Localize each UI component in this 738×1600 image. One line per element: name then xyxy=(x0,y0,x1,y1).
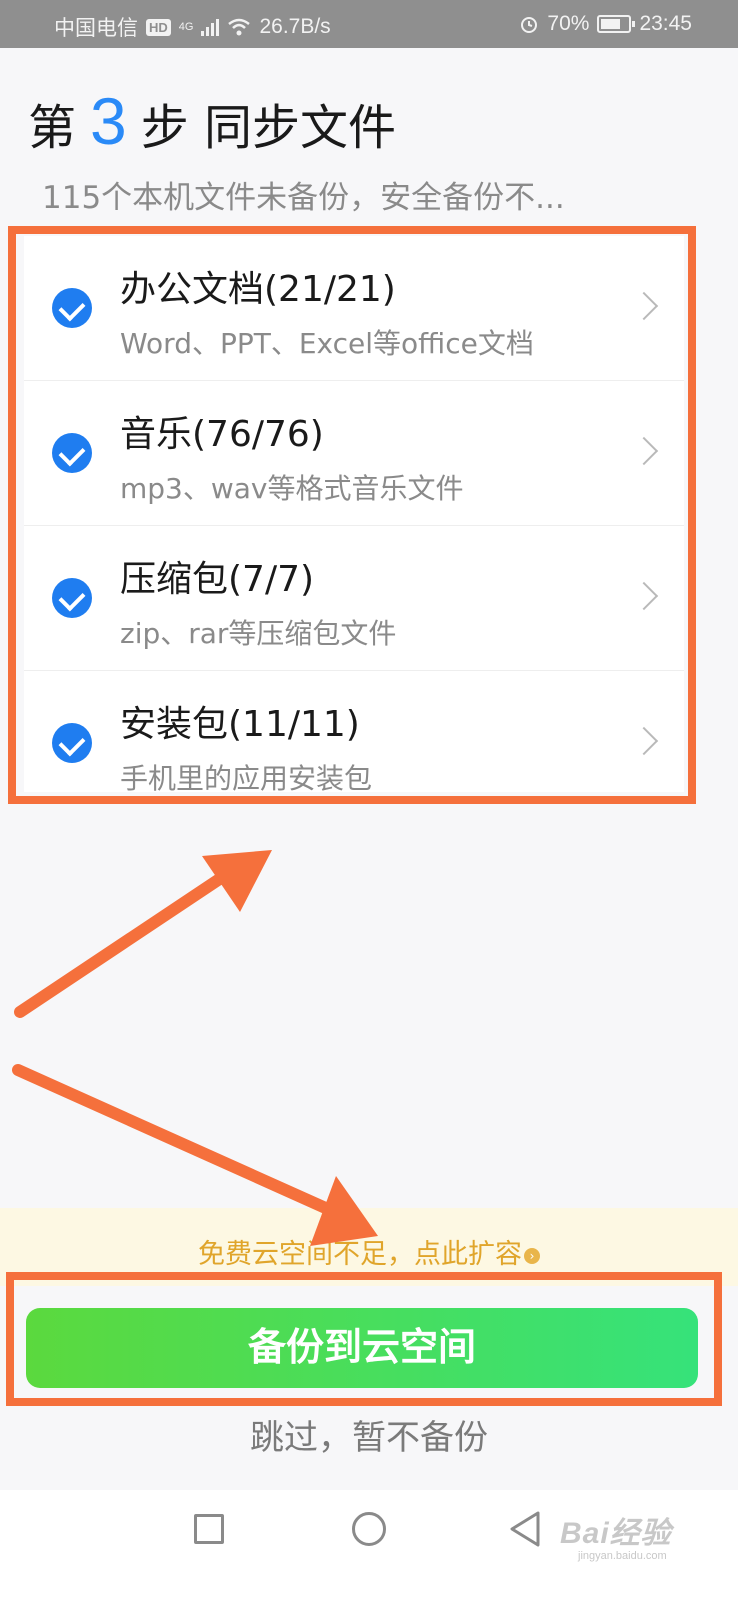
carrier-label: 中国电信 xyxy=(54,17,138,40)
status-bar: 中国电信 HD 4G 26.7B/s 70% 23:45 xyxy=(0,0,738,48)
network-type-label: 4G xyxy=(178,21,194,33)
battery-icon xyxy=(597,15,636,33)
backup-to-cloud-button[interactable]: 备份到云空间 xyxy=(26,1308,698,1388)
check-circle-icon[interactable] xyxy=(52,578,92,618)
skip-backup-link[interactable]: 跳过，暂不备份 xyxy=(0,1410,738,1459)
chevron-right-icon xyxy=(629,436,659,466)
category-description: zip、rar等压缩包文件 xyxy=(120,617,397,650)
title-prefix: 第 xyxy=(28,100,77,156)
file-category-list: 办公文档(21/21) Word、PPT、Excel等office文档 音乐(7… xyxy=(24,236,684,792)
storage-notice-label: 免费云空间不足，点此扩容 xyxy=(198,1239,522,1270)
page-subtitle: 115个本机文件未备份，安全备份不... xyxy=(42,180,565,216)
category-title: 办公文档(21/21) xyxy=(120,269,396,310)
square-icon[interactable] xyxy=(194,1514,224,1544)
watermark-main: Bai经验 xyxy=(560,1517,672,1550)
circle-icon[interactable] xyxy=(352,1512,386,1546)
category-title: 安装包(11/11) xyxy=(120,704,360,745)
category-description: 手机里的应用安装包 xyxy=(120,762,373,792)
storage-notice-text[interactable]: 免费云空间不足，点此扩容 › xyxy=(0,1232,738,1271)
check-circle-icon[interactable] xyxy=(52,723,92,763)
page-title: 第 3 步 同步文件 xyxy=(28,88,396,158)
list-item[interactable]: 安装包(11/11) 手机里的应用安装包 xyxy=(24,671,684,792)
battery-percent: 70% xyxy=(547,12,590,35)
wifi-icon xyxy=(228,18,251,36)
watermark-sub: jingyan.baidu.com xyxy=(578,1550,667,1562)
chevron-right-icon xyxy=(629,581,659,611)
alarm-icon xyxy=(521,17,538,33)
list-item[interactable]: 压缩包(7/7) zip、rar等压缩包文件 xyxy=(24,526,684,671)
signal-icon xyxy=(201,18,220,36)
baidu-watermark: Bai经验 jingyan.baidu.com xyxy=(560,1502,720,1572)
check-circle-icon[interactable] xyxy=(52,288,92,328)
category-title: 音乐(76/76) xyxy=(120,414,324,455)
chevron-right-icon xyxy=(629,726,659,756)
hd-badge: HD xyxy=(146,18,171,36)
storage-notice-banner[interactable]: 免费云空间不足，点此扩容 › xyxy=(0,1208,738,1286)
category-description: Word、PPT、Excel等office文档 xyxy=(120,327,534,360)
list-item[interactable]: 办公文档(21/21) Word、PPT、Excel等office文档 xyxy=(24,236,684,381)
clock: 23:45 xyxy=(639,12,692,35)
network-speed: 26.7B/s xyxy=(259,15,331,38)
status-right: 70% 23:45 xyxy=(519,12,692,36)
chevron-right-icon xyxy=(629,291,659,321)
arrow-circle-icon: › xyxy=(524,1247,540,1264)
list-item[interactable]: 音乐(76/76) mp3、wav等格式音乐文件 xyxy=(24,381,684,526)
category-title: 压缩包(7/7) xyxy=(120,559,315,600)
triangle-back-icon[interactable] xyxy=(508,1510,542,1548)
annotation-arrow-up xyxy=(14,850,272,1018)
step-number: 3 xyxy=(90,84,127,158)
category-description: mp3、wav等格式音乐文件 xyxy=(120,472,464,505)
check-circle-icon[interactable] xyxy=(52,433,92,473)
title-suffix: 步 同步文件 xyxy=(140,100,396,156)
status-left: 中国电信 HD 4G 26.7B/s xyxy=(54,12,331,42)
